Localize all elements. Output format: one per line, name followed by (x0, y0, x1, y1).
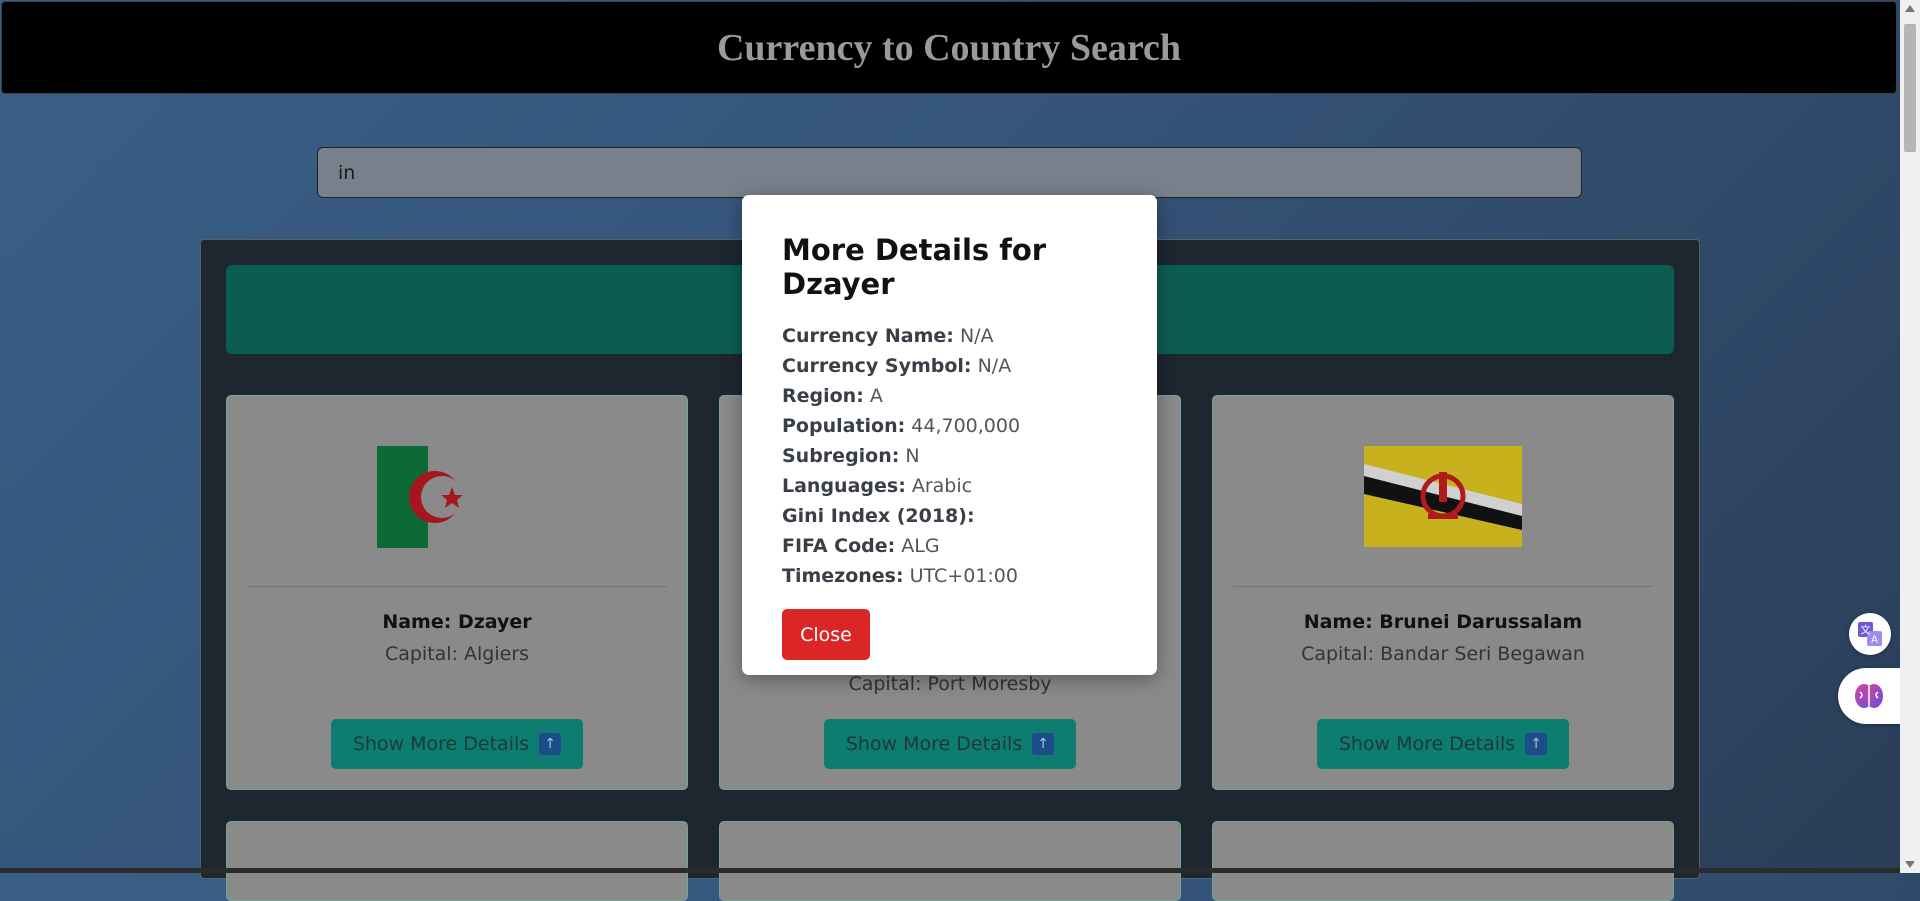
scroll-down-icon[interactable] (1905, 861, 1915, 868)
translate-icon: 文 A (1858, 622, 1882, 646)
ai-brain-icon (1855, 684, 1883, 708)
modal-title: More Details for Dzayer (782, 233, 1047, 301)
svg-text:A: A (1871, 635, 1878, 646)
detail-region: Region: A (782, 385, 883, 407)
svg-text:文: 文 (1861, 624, 1871, 637)
detail-population: Population: 44,700,000 (782, 415, 1021, 437)
detail-subregion: Subregion: N (782, 445, 920, 467)
ai-assistant-button[interactable] (1838, 668, 1900, 724)
translate-button[interactable]: 文 A (1849, 613, 1891, 655)
bottom-edge (0, 868, 1900, 873)
vertical-scrollbar[interactable] (1900, 0, 1920, 873)
scroll-up-icon[interactable] (1905, 5, 1915, 12)
detail-fifa-code: FIFA Code: ALG (782, 535, 940, 557)
detail-gini-index: Gini Index (2018): (782, 505, 975, 527)
detail-timezones: Timezones: UTC+01:00 (782, 565, 1018, 587)
close-button[interactable]: Close (782, 609, 870, 660)
detail-languages: Languages: Arabic (782, 475, 973, 497)
details-modal: More Details for Dzayer Currency Name: N… (742, 195, 1157, 675)
scroll-thumb[interactable] (1904, 24, 1916, 152)
detail-currency-name: Currency Name: N/A (782, 325, 994, 347)
detail-currency-symbol: Currency Symbol: N/A (782, 355, 1012, 377)
